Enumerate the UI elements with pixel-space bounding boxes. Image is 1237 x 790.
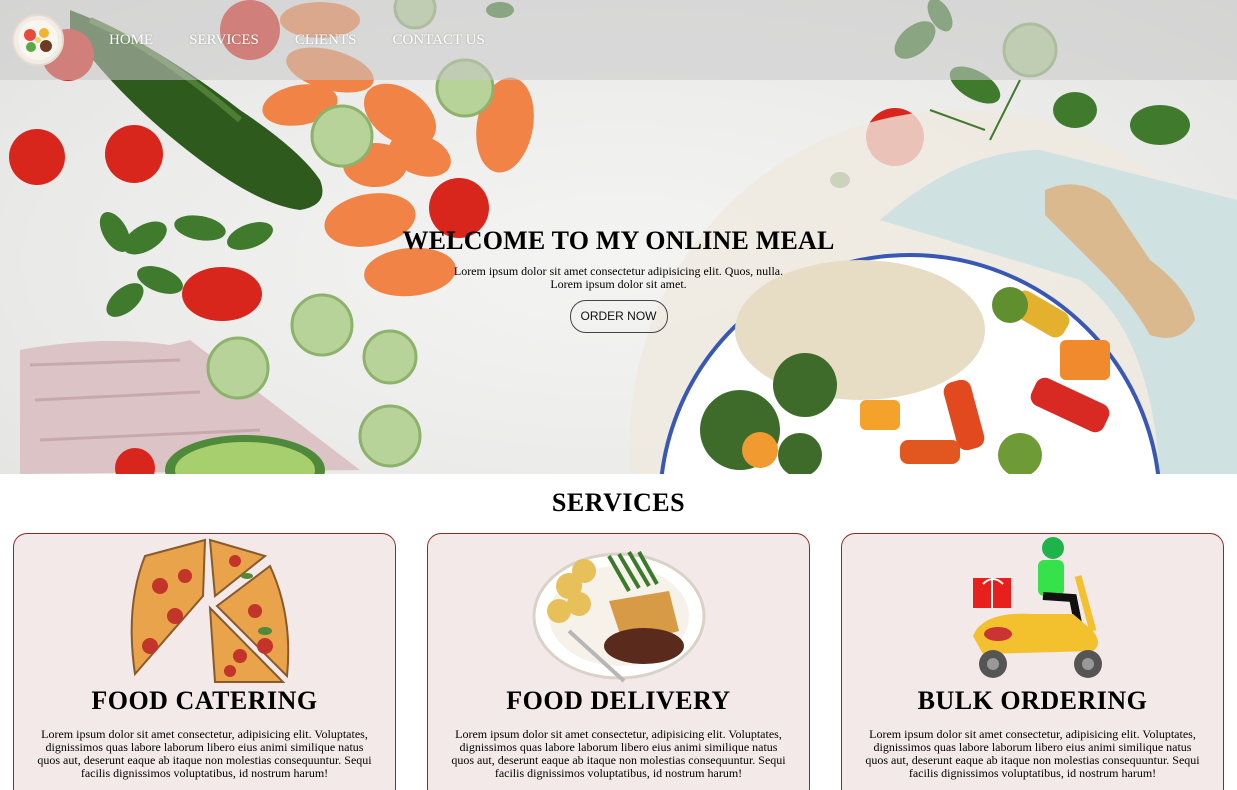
service-card-food-delivery[interactable]: FOOD DELIVERY Lorem ipsum dolor sit amet… (427, 533, 810, 790)
nav-contact-link[interactable]: CONTACT US (393, 32, 485, 49)
service-cards: FOOD CATERING Lorem ipsum dolor sit amet… (13, 533, 1224, 790)
hero-content: WELCOME TO MY ONLINE MEAL Lorem ipsum do… (0, 226, 1237, 333)
service-card-bulk-ordering[interactable]: BULK ORDERING Lorem ipsum dolor sit amet… (841, 533, 1224, 790)
card-description: Lorem ipsum dolor sit amet consectetur, … (37, 727, 372, 780)
logo[interactable] (12, 14, 64, 66)
nav-home-link[interactable]: HOME (109, 32, 153, 49)
nav-links: HOME SERVICES CLIENTS CONTACT US (109, 32, 521, 49)
nav-clients-link[interactable]: CLIENTS (295, 32, 357, 49)
pizza-slices-image (130, 538, 289, 683)
card-title: FOOD DELIVERY (506, 686, 731, 715)
order-now-button[interactable]: ORDER NOW (569, 300, 668, 333)
nav-services-link[interactable]: SERVICES (189, 32, 259, 49)
services-section: SERVICES FOOD CATERING Lorem ipsum dolor… (0, 474, 1237, 790)
hero-banner: HOME SERVICES CLIENTS CONTACT US WELCOME… (0, 0, 1237, 474)
hero-description: Lorem ipsum dolor sit amet consectetur a… (453, 264, 784, 291)
top-navbar: HOME SERVICES CLIENTS CONTACT US (0, 0, 1237, 80)
meal-plate-image (532, 550, 705, 683)
card-title: BULK ORDERING (917, 686, 1148, 715)
card-description: Lorem ipsum dolor sit amet consectetur, … (865, 727, 1200, 780)
meal-logo-icon (18, 20, 58, 60)
hero-title: WELCOME TO MY ONLINE MEAL (402, 226, 835, 255)
delivery-scooter-image (972, 537, 1102, 678)
card-description: Lorem ipsum dolor sit amet consectetur, … (451, 727, 786, 780)
services-title: SERVICES (551, 488, 686, 517)
card-title: FOOD CATERING (91, 686, 318, 715)
service-card-food-catering[interactable]: FOOD CATERING Lorem ipsum dolor sit amet… (13, 533, 396, 790)
